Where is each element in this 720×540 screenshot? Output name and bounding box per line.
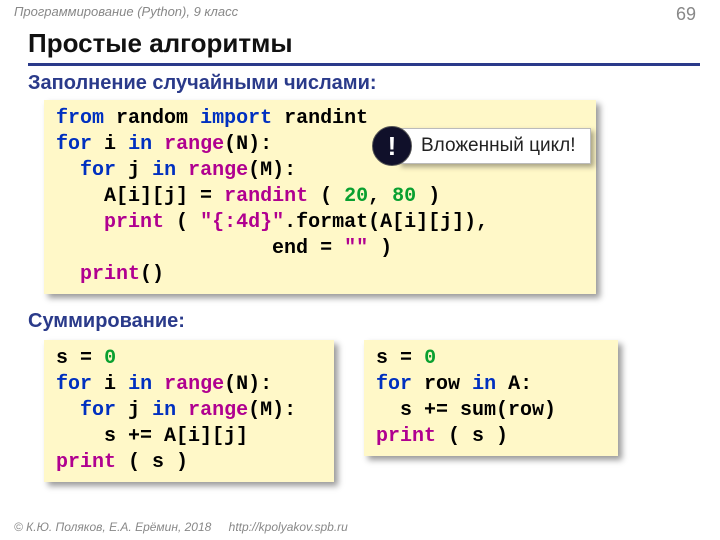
end-close: ) bbox=[380, 237, 392, 260]
kw-for-row: for bbox=[376, 373, 412, 396]
num-0: 0 bbox=[104, 347, 116, 370]
kw-end: end bbox=[272, 237, 308, 260]
kw-for-i: for bbox=[56, 373, 92, 396]
eq: = bbox=[80, 347, 92, 370]
str-empty: "" bbox=[344, 237, 368, 260]
num-80: 80 bbox=[392, 185, 416, 208]
fn-print-inner: print bbox=[104, 211, 164, 234]
var-s3: s bbox=[376, 347, 388, 370]
fn-print-s: print bbox=[56, 451, 116, 474]
stmt-assign: A[i][j] = bbox=[104, 185, 212, 208]
callout-nested-loop: ! Вложенный цикл! bbox=[372, 126, 591, 166]
paren-close: ) bbox=[428, 185, 440, 208]
var-j: j bbox=[128, 159, 140, 182]
fn-range-j: range bbox=[188, 399, 248, 422]
arg-M2: (M): bbox=[248, 399, 296, 422]
kw-for-j: for bbox=[80, 399, 116, 422]
footer-authors: © К.Ю. Поляков, Е.А. Ерёмин, 2018 bbox=[14, 520, 211, 534]
end-eq: = bbox=[320, 237, 332, 260]
stmt-accum: s += A[i][j] bbox=[104, 425, 248, 448]
fn-randint-import: randint bbox=[284, 107, 368, 130]
stmt-sumrow: s += sum(row) bbox=[400, 399, 556, 422]
kw-in-row: in bbox=[472, 373, 496, 396]
mod-random: random bbox=[116, 107, 188, 130]
arg-N2: (N): bbox=[224, 373, 272, 396]
fn-range-outer: range bbox=[164, 133, 224, 156]
kw-in-inner: in bbox=[152, 159, 176, 182]
print-outer-parens: () bbox=[140, 263, 164, 286]
code-block-sum-rows: s = 0 for row in A: s += sum(row) print … bbox=[364, 340, 618, 456]
print-s2-args: ( s ) bbox=[448, 425, 508, 448]
footer: © К.Ю. Поляков, Е.А. Ерёмин, 2018 http:/… bbox=[14, 520, 348, 534]
page-title: Простые алгоритмы bbox=[28, 28, 700, 66]
print-s-args: ( s ) bbox=[128, 451, 188, 474]
kw-in-outer: in bbox=[128, 133, 152, 156]
fn-randint-call: randint bbox=[224, 185, 308, 208]
fmt-call: .format(A[i][j]), bbox=[284, 211, 488, 234]
var-s: s bbox=[56, 347, 68, 370]
kw-in-j: in bbox=[152, 399, 176, 422]
section-fill-label: Заполнение случайными числами: bbox=[28, 72, 377, 95]
paren-open: ( bbox=[320, 185, 332, 208]
num-20: 20 bbox=[344, 185, 368, 208]
callout-text: Вложенный цикл! bbox=[398, 128, 591, 164]
section-sum-label: Суммирование: bbox=[28, 310, 185, 333]
eq3: = bbox=[400, 347, 412, 370]
var-row: row bbox=[424, 373, 460, 396]
footer-url: http://kpolyakov.spb.ru bbox=[229, 520, 348, 534]
kw-import: import bbox=[200, 107, 272, 130]
kw-in-i: in bbox=[128, 373, 152, 396]
kw-from: from bbox=[56, 107, 104, 130]
num-0b: 0 bbox=[424, 347, 436, 370]
var-j2: j bbox=[128, 399, 140, 422]
arg-N: (N): bbox=[224, 133, 272, 156]
arg-M: (M): bbox=[248, 159, 296, 182]
str-format: "{:4d}" bbox=[200, 211, 284, 234]
callout-bang-icon: ! bbox=[372, 126, 412, 166]
comma: , bbox=[368, 185, 380, 208]
fn-range-i: range bbox=[164, 373, 224, 396]
fn-print-s2: print bbox=[376, 425, 436, 448]
kw-for-outer: for bbox=[56, 133, 92, 156]
var-i: i bbox=[104, 133, 116, 156]
fn-range-inner: range bbox=[188, 159, 248, 182]
code-block-sum-nested: s = 0 for i in range(N): for j in range(… bbox=[44, 340, 334, 482]
fn-print-outer: print bbox=[80, 263, 140, 286]
print-open: ( bbox=[176, 211, 188, 234]
var-A: A: bbox=[508, 373, 532, 396]
page-number: 69 bbox=[676, 4, 696, 25]
var-i2: i bbox=[104, 373, 116, 396]
kw-for-inner: for bbox=[80, 159, 116, 182]
course-meta: Программирование (Python), 9 класс bbox=[14, 4, 238, 19]
